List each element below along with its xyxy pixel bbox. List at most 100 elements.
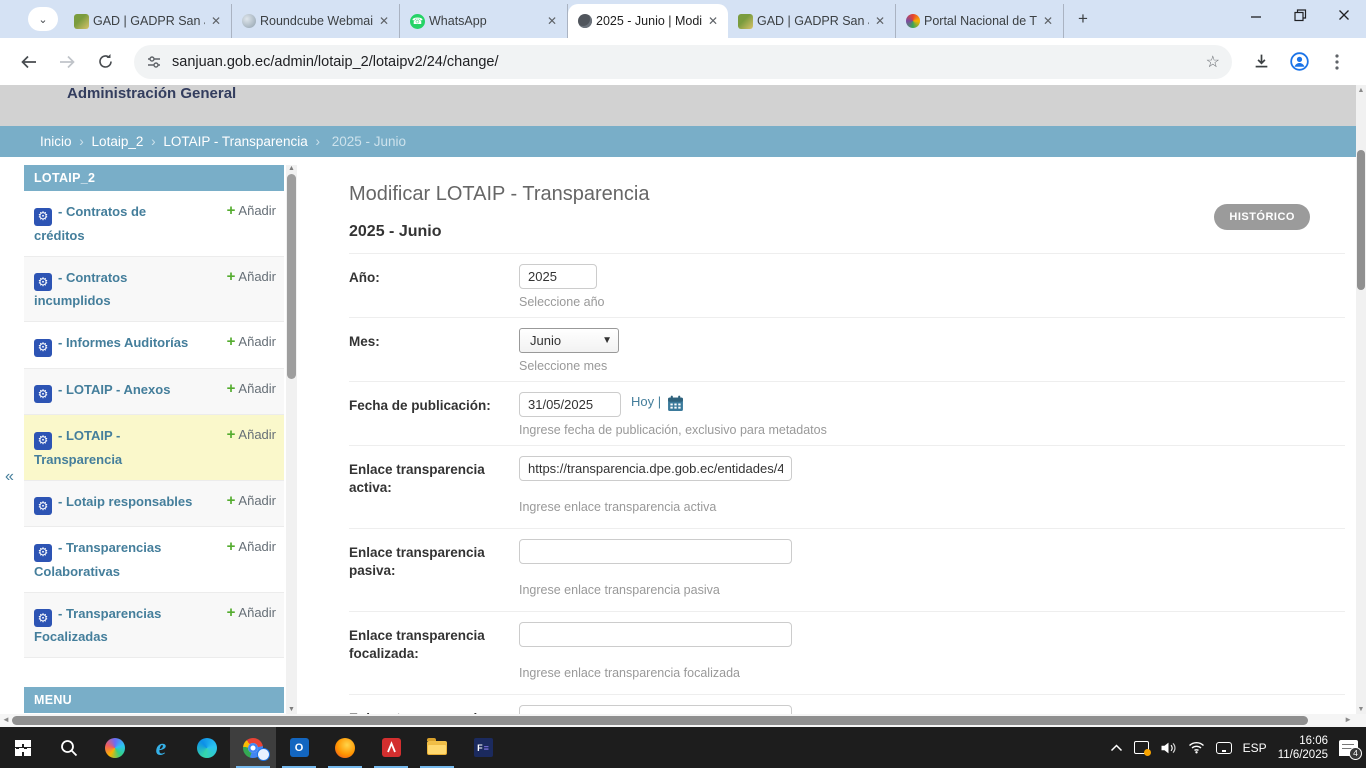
form-row-enlace-pasiva: Enlace transparencia pasiva: Ingrese enl… <box>349 529 1345 612</box>
new-tab-button[interactable]: + <box>1078 9 1088 29</box>
fecha-publicacion-input[interactable] <box>519 392 621 417</box>
window-restore-button[interactable] <box>1278 0 1322 30</box>
sidebar-item-informes-auditorias[interactable]: ⚙- Informes Auditorías +Añadir <box>24 322 284 369</box>
scroll-left-arrow-icon[interactable]: ◄ <box>2 715 10 724</box>
scroll-down-arrow-icon[interactable]: ▼ <box>286 706 297 713</box>
enlace-pasiva-input[interactable] <box>519 539 792 564</box>
sidebar-scrollbar-thumb[interactable] <box>287 174 296 379</box>
url-text[interactable]: sanjuan.gob.ec/admin/lotaip_2/lotaipv2/2… <box>172 54 1206 70</box>
select-chevron-icon: ▼ <box>602 335 612 346</box>
sidebar-section-menu[interactable]: MENU <box>24 687 284 713</box>
breadcrumb-link-lotaip-transparencia[interactable]: LOTAIP - Transparencia <box>163 134 307 149</box>
breadcrumb-link-lotaip2[interactable]: Lotaip_2 <box>92 134 144 149</box>
add-lotaip-anexos-button[interactable]: +Añadir <box>227 379 276 398</box>
tab-search-button[interactable]: ⌄ <box>28 7 58 31</box>
sidebar-item-lotaip-transparencia[interactable]: ⚙- LOTAIP - Transparencia +Añadir <box>24 415 284 481</box>
browser-tab-active-junio[interactable]: 2025 - Junio | Modific ✕ <box>568 4 728 38</box>
tab-close-icon[interactable]: ✕ <box>873 14 887 28</box>
wifi-icon[interactable] <box>1188 741 1205 754</box>
sidebar-item-contratos-creditos[interactable]: ⚙- Contratos de créditos +Añadir <box>24 191 284 257</box>
enlace-partial-input[interactable] <box>519 705 792 714</box>
today-shortcut-link[interactable]: Hoy | <box>631 394 661 409</box>
taskbar-chrome-button[interactable] <box>230 727 276 768</box>
volume-icon[interactable] <box>1160 741 1177 755</box>
site-header-title[interactable]: Administración General <box>67 85 236 102</box>
window-close-button[interactable] <box>1322 0 1366 30</box>
cast-display-tray-icon[interactable] <box>1216 742 1232 754</box>
clock[interactable]: 16:06 11/6/2025 <box>1278 734 1328 762</box>
add-contratos-incumplidos-button[interactable]: +Añadir <box>227 267 276 286</box>
taskbar-file-explorer-button[interactable] <box>414 727 460 768</box>
tab-close-icon[interactable]: ✕ <box>377 14 391 28</box>
page-horizontal-scrollbar[interactable]: ◄ ► <box>0 714 1366 727</box>
tray-chevron-up-icon[interactable] <box>1110 744 1123 752</box>
mes-select[interactable]: Junio ▼ <box>519 328 619 353</box>
sidebar-item-label[interactable]: - LOTAIP - Anexos <box>58 382 170 397</box>
add-contratos-creditos-button[interactable]: +Añadir <box>227 201 276 220</box>
sidebar-item-label[interactable]: - Lotaip responsables <box>58 494 192 509</box>
scroll-up-arrow-icon[interactable]: ▲ <box>1356 85 1366 94</box>
form-row-mes: Mes: Junio ▼ Seleccione mes <box>349 318 1345 382</box>
sidebar-item-lotaip-responsables[interactable]: ⚙- Lotaip responsables +Añadir <box>24 481 284 528</box>
add-informes-auditorias-button[interactable]: +Añadir <box>227 332 276 351</box>
profile-button[interactable] <box>1284 47 1314 77</box>
taskbar-search-button[interactable] <box>46 727 92 768</box>
sidebar-collapse-toggle[interactable]: « <box>5 468 14 486</box>
taskbar-outlook-button[interactable]: O <box>276 727 322 768</box>
sidebar-scrollbar[interactable]: ▲ ▼ <box>286 165 297 714</box>
breadcrumb-separator: › <box>79 134 84 149</box>
historico-button[interactable]: HISTÓRICO <box>1214 204 1310 230</box>
scroll-up-arrow-icon[interactable]: ▲ <box>286 165 297 172</box>
sidebar-item-label[interactable]: - Informes Auditorías <box>58 335 188 350</box>
browser-tab-gad-2[interactable]: GAD | GADPR San Jua ✕ <box>728 4 896 38</box>
sidebar-item-transparencias-focalizadas[interactable]: ⚙- Transparencias Focalizadas +Añadir <box>24 593 284 659</box>
sidebar-item-lotaip-anexos[interactable]: ⚙- LOTAIP - Anexos +Añadir <box>24 369 284 416</box>
add-lotaip-responsables-button[interactable]: +Añadir <box>227 491 276 510</box>
forward-button[interactable] <box>52 47 82 77</box>
downloads-button[interactable] <box>1246 47 1276 77</box>
vertical-scrollbar-thumb[interactable] <box>1357 150 1365 290</box>
tab-close-icon[interactable]: ✕ <box>545 14 559 28</box>
sidebar-section-lotaip2[interactable]: LOTAIP_2 <box>24 165 284 191</box>
enlace-activa-input[interactable] <box>519 456 792 481</box>
tab-close-icon[interactable]: ✕ <box>1041 14 1055 28</box>
sidebar-item-transparencias-colaborativas[interactable]: ⚙- Transparencias Colaborativas +Añadir <box>24 527 284 593</box>
bookmark-star-icon[interactable]: ☆ <box>1206 52 1220 72</box>
browser-tab-portal[interactable]: Portal Nacional de Tra ✕ <box>896 4 1064 38</box>
admin-sidebar: LOTAIP_2 ⚙- Contratos de créditos +Añadi… <box>24 165 284 768</box>
browser-tab-whatsapp[interactable]: ☎ WhatsApp ✕ <box>400 4 568 38</box>
taskbar-internet-explorer-button[interactable]: e <box>138 727 184 768</box>
back-button[interactable] <box>14 47 44 77</box>
reload-button[interactable] <box>90 47 120 77</box>
taskbar-copilot-button[interactable] <box>92 727 138 768</box>
language-indicator[interactable]: ESP <box>1243 741 1267 755</box>
taskbar-firefox-button[interactable] <box>322 727 368 768</box>
scroll-down-arrow-icon[interactable]: ▼ <box>1356 704 1366 713</box>
taskbar-acrobat-button[interactable] <box>368 727 414 768</box>
start-button[interactable] <box>0 727 46 768</box>
breadcrumb-link-inicio[interactable]: Inicio <box>40 134 72 149</box>
taskbar-edge-button[interactable] <box>184 727 230 768</box>
tab-close-icon[interactable]: ✕ <box>706 14 720 28</box>
add-transparencias-colaborativas-button[interactable]: +Añadir <box>227 537 276 556</box>
scroll-right-arrow-icon[interactable]: ► <box>1344 715 1352 724</box>
browser-tab-roundcube[interactable]: Roundcube Webmail ✕ <box>232 4 400 38</box>
sidebar-item-label[interactable]: - Transparencias Colaborativas <box>34 540 161 579</box>
sidebar-item-contratos-incumplidos[interactable]: ⚙- Contratos incumplidos +Añadir <box>24 257 284 323</box>
chrome-menu-button[interactable] <box>1322 47 1352 77</box>
windows-update-tray-icon[interactable] <box>1134 741 1149 754</box>
tab-close-icon[interactable]: ✕ <box>209 14 223 28</box>
calendar-icon[interactable] <box>667 399 684 416</box>
window-minimize-button[interactable] <box>1234 0 1278 30</box>
sidebar-item-label[interactable]: - Transparencias Focalizadas <box>34 606 161 645</box>
taskbar-fs-app-button[interactable]: F≡ <box>460 727 506 768</box>
anio-input[interactable] <box>519 264 597 289</box>
enlace-focalizada-input[interactable] <box>519 622 792 647</box>
add-transparencias-focalizadas-button[interactable]: +Añadir <box>227 603 276 622</box>
add-lotaip-transparencia-button[interactable]: +Añadir <box>227 425 276 444</box>
address-bar[interactable]: sanjuan.gob.ec/admin/lotaip_2/lotaipv2/2… <box>134 45 1232 79</box>
page-vertical-scrollbar[interactable]: ▲ ▼ <box>1356 85 1366 714</box>
notification-center-icon[interactable]: 4 <box>1339 740 1358 756</box>
browser-tab-gad-1[interactable]: GAD | GADPR San Jua ✕ <box>64 4 232 38</box>
horizontal-scrollbar-thumb[interactable] <box>12 716 1308 725</box>
